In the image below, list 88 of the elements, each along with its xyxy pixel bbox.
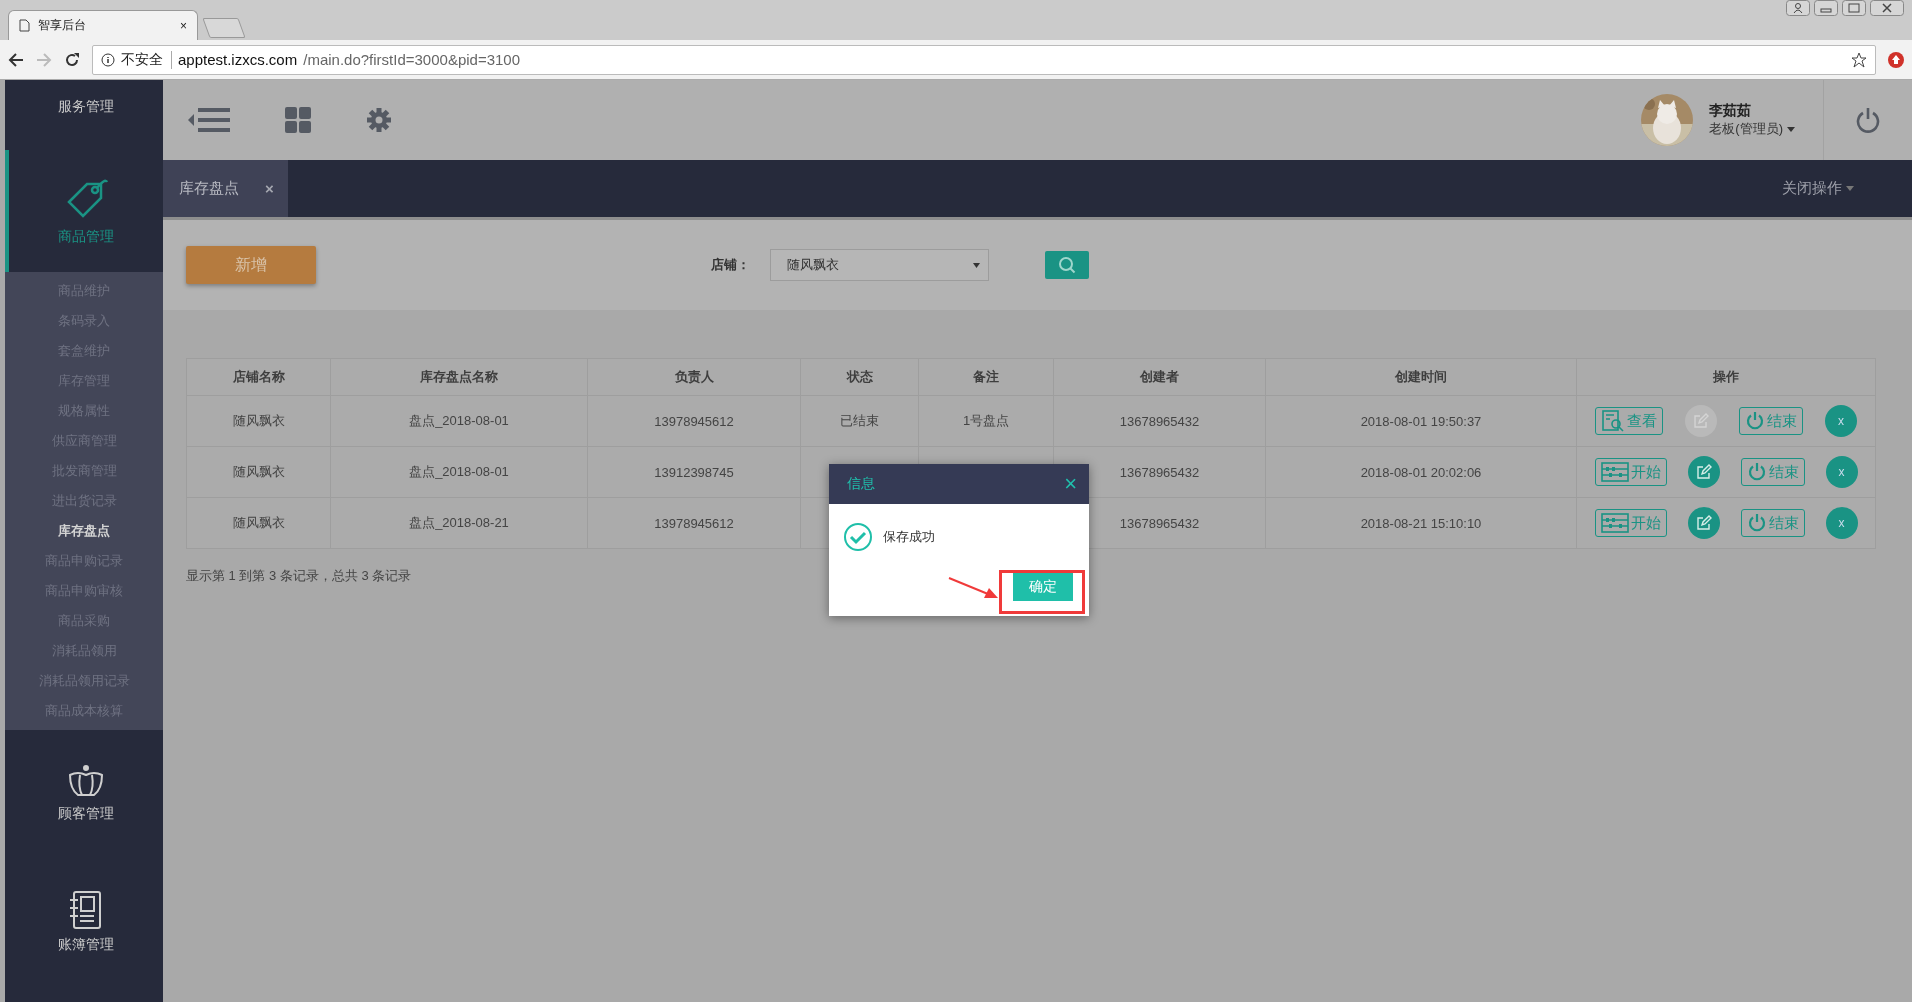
pencil-icon [1695, 464, 1712, 480]
view-button[interactable]: 查看 [1595, 407, 1663, 435]
table-cell: 13678965432 [1053, 395, 1266, 447]
minimize-icon[interactable] [1814, 0, 1838, 16]
page-tab[interactable]: 库存盘点 × [163, 160, 288, 217]
pencil-icon [1693, 413, 1709, 429]
sidebar-item[interactable]: 顾客管理 [5, 730, 163, 858]
table-cell: 盘点_2018-08-21 [330, 497, 588, 549]
table-cell: 随风飘衣 [186, 446, 331, 498]
caret-icon [973, 262, 980, 268]
start-button[interactable]: 开始 [1594, 509, 1667, 537]
column-header: 操作 [1576, 358, 1876, 396]
table-cell: 随风飘衣 [186, 497, 331, 549]
column-header: 创建者 [1053, 358, 1266, 396]
table-cell: 随风飘衣 [186, 395, 331, 447]
info-icon [101, 52, 115, 67]
star-icon[interactable] [1851, 51, 1867, 68]
delete-button[interactable]: x [1825, 456, 1858, 488]
sidebar-item[interactable]: 服务管理 [5, 80, 163, 150]
caret-icon [1787, 126, 1795, 132]
maximize-icon[interactable] [1842, 0, 1866, 16]
search-icon [1058, 256, 1076, 274]
table-cell: 2018-08-01 20:02:06 [1265, 446, 1577, 498]
settings-icon[interactable] [366, 107, 392, 133]
delete-button[interactable]: x [1825, 405, 1857, 437]
sidebar-item[interactable]: 账簿管理 [5, 858, 163, 986]
column-header: 负责人 [587, 358, 801, 396]
edit-button[interactable] [1687, 456, 1720, 488]
power-icon [1746, 513, 1767, 533]
end-button[interactable]: 结束 [1740, 509, 1805, 537]
back-icon[interactable] [8, 51, 24, 68]
store-select[interactable]: 随风飘衣 [770, 249, 989, 281]
table-cell: 13978945612 [587, 497, 801, 549]
abacus-icon [1600, 462, 1629, 482]
reload-icon[interactable] [64, 51, 80, 68]
table-cell: 13912398745 [587, 446, 801, 498]
arrow [948, 576, 1000, 600]
extension-icon[interactable] [1888, 51, 1904, 68]
table-cell: 2018-08-21 15:10:10 [1265, 497, 1577, 549]
dialog-title: 信息 [847, 475, 876, 493]
crown-icon [66, 765, 106, 799]
new-tab-button[interactable] [202, 18, 246, 38]
submenu-item[interactable]: 库存盘点 [5, 516, 163, 546]
user-icon[interactable] [1786, 0, 1810, 16]
pencil-icon [1695, 515, 1712, 531]
power-icon [1745, 411, 1765, 431]
ledger-icon [68, 890, 104, 930]
column-header: 库存盘点名称 [330, 358, 588, 396]
record-count: 显示第 1 到第 3 条记录，总共 3 条记录 [186, 567, 413, 585]
table-cell: 13978945612 [587, 395, 801, 447]
table-cell: 盘点_2018-08-01 [330, 395, 588, 447]
caret-icon [1846, 186, 1854, 191]
remark-text: 1号盘点 [962, 413, 1010, 428]
power-icon[interactable] [1856, 107, 1880, 133]
close-icon[interactable] [1870, 0, 1904, 16]
confirm-button[interactable]: 确定 [1013, 573, 1073, 601]
user-name: 李茹茹 [1709, 102, 1753, 120]
store-label: 店铺： [711, 256, 750, 274]
end-button[interactable]: 结束 [1739, 407, 1803, 435]
forward-icon[interactable] [36, 51, 52, 68]
column-header: 创建时间 [1265, 358, 1577, 396]
menu-icon[interactable] [188, 107, 230, 133]
delete-button[interactable]: x [1825, 507, 1858, 539]
column-header: 备注 [918, 358, 1054, 396]
page-icon [19, 19, 30, 32]
end-button[interactable]: 结束 [1740, 458, 1805, 486]
browser-tab[interactable]: 智享后台 × [8, 10, 198, 40]
abacus-icon [1600, 513, 1629, 533]
search-button[interactable] [1045, 251, 1089, 279]
close-icon[interactable]: × [265, 180, 274, 197]
add-button[interactable]: 新增 [186, 246, 316, 284]
edit-button[interactable] [1687, 507, 1720, 539]
power-icon [1746, 462, 1767, 482]
grid-icon[interactable] [285, 107, 311, 133]
close-icon[interactable]: × [180, 18, 187, 33]
column-header: 店铺名称 [186, 358, 331, 396]
check-icon [843, 522, 873, 552]
column-header: 状态 [800, 358, 919, 396]
table-cell: 盘点_2018-08-01 [330, 446, 588, 498]
start-button[interactable]: 开始 [1594, 458, 1667, 486]
address-field[interactable]: 不安全 apptest.izxcs.com /main.do?firstId=3000&pid=3100 [92, 44, 1876, 75]
close-button[interactable]: × [1064, 473, 1077, 495]
table-cell: 2018-08-01 19:50:37 [1265, 395, 1577, 447]
close-operations-dropdown[interactable]: 关闭操作 [1782, 179, 1912, 198]
user-role-dropdown[interactable]: 老板(管理员) [1709, 120, 1795, 138]
status-text: 已结束 [840, 413, 879, 428]
search-icon [1601, 410, 1625, 432]
dialog-message: 保存成功 [883, 528, 935, 546]
